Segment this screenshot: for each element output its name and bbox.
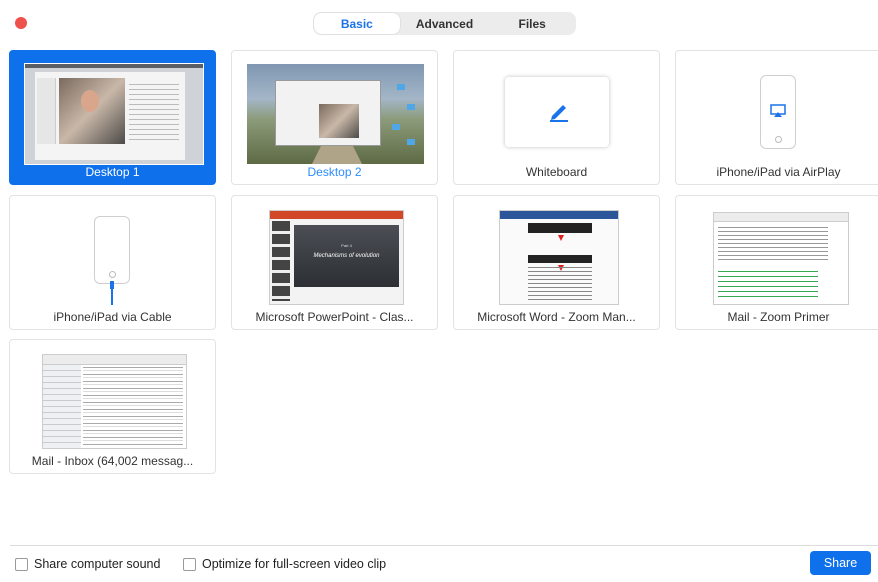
optimize-video-option[interactable]: Optimize for full-screen video clip [183, 557, 386, 571]
desktop-1-thumbnail [24, 63, 204, 165]
phone-icon [760, 75, 796, 149]
mail-inbox-thumbnail [42, 354, 187, 449]
whiteboard-thumbnail [505, 77, 609, 147]
phone-icon [94, 216, 130, 284]
optimize-video-label: Optimize for full-screen video clip [202, 557, 387, 571]
share-type-tabs: Basic Advanced Files [313, 12, 576, 35]
tile-label: Desktop 2 [307, 165, 362, 179]
share-sound-label: Share computer sound [34, 557, 161, 571]
tile-label: Microsoft PowerPoint - Clas... [255, 310, 414, 324]
share-button[interactable]: Share [810, 551, 871, 575]
tile-label: iPhone/iPad via Cable [53, 310, 172, 324]
tab-advanced[interactable]: Advanced [402, 13, 488, 34]
slide-subtitle: Part 4 [341, 243, 352, 248]
slide-title: Mechanisms of evolution [313, 253, 380, 259]
tile-label: Microsoft Word - Zoom Man... [477, 310, 636, 324]
share-tile-iphone-cable[interactable]: iPhone/iPad via Cable [9, 195, 216, 330]
airplay-icon [770, 104, 786, 117]
share-tile-airplay[interactable]: iPhone/iPad via AirPlay [675, 50, 878, 185]
optimize-video-checkbox[interactable] [183, 557, 196, 571]
powerpoint-thumbnail: Part 4 Mechanisms of evolution [269, 210, 404, 305]
share-tile-mail-inbox[interactable]: Mail - Inbox (64,002 messag... [9, 339, 216, 474]
share-tile-whiteboard[interactable]: Whiteboard [453, 50, 660, 185]
tile-label: iPhone/iPad via AirPlay [716, 165, 841, 179]
tile-label: Mail - Inbox (64,002 messag... [31, 454, 194, 468]
tab-basic[interactable]: Basic [314, 13, 400, 34]
share-sound-checkbox[interactable] [15, 557, 28, 571]
cable-icon [110, 281, 114, 305]
tile-label: Whiteboard [525, 165, 588, 179]
share-tile-desktop-1[interactable]: Desktop 1 [9, 50, 216, 185]
tile-label: Mail - Zoom Primer [727, 310, 830, 324]
mail-compose-thumbnail [713, 212, 849, 305]
close-window-button[interactable] [15, 17, 27, 29]
share-sound-option[interactable]: Share computer sound [15, 557, 160, 571]
footer-divider [10, 545, 878, 546]
share-tile-powerpoint[interactable]: Part 4 Mechanisms of evolution Microsoft… [231, 195, 438, 330]
share-tile-word[interactable]: Microsoft Word - Zoom Man... [453, 195, 660, 330]
tile-label: Desktop 1 [85, 165, 140, 179]
word-thumbnail [499, 210, 619, 305]
share-tile-desktop-2[interactable]: Desktop 2 [231, 50, 438, 185]
tab-files[interactable]: Files [489, 13, 575, 34]
pencil-icon [550, 105, 568, 122]
share-tile-mail-zoom-primer[interactable]: Mail - Zoom Primer [675, 195, 878, 330]
desktop-2-thumbnail [247, 64, 424, 164]
